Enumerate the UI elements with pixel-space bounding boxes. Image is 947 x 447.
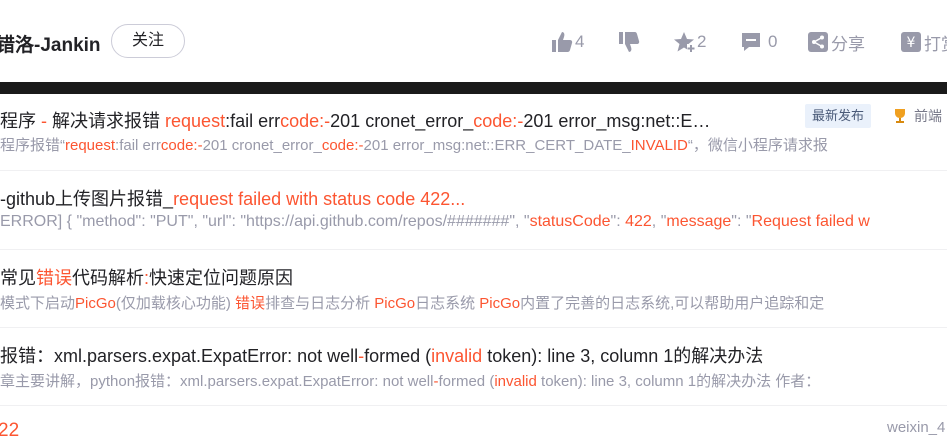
text-segment: 程序报错“ [0,137,65,154]
keyword-highlight: code [473,111,513,131]
text-segment: token): line 3, column 1的解决办法 作者： [536,373,821,390]
thumbs-up-icon [552,32,573,52]
divider [0,249,947,250]
text-segment: 代码解析 [72,268,144,288]
text-segment: ": " [731,213,752,230]
result-description: 模式下启动PicGo(仅加载核心功能) 错误排查与日志分析 PicGo日志系统 … [0,292,947,313]
result-title[interactable]: -github上传图片报错_request failed with status… [0,185,947,211]
favorite-button[interactable]: 2 [673,30,706,54]
result-title[interactable]: 常见错误代码解析:快速定位问题原因 [0,264,947,290]
text-segment: 常见 [0,268,36,288]
keyword-highlight: 422 [625,213,652,230]
keyword-highlight: code [280,111,320,131]
yuan-icon: ¥ [901,32,921,52]
result-description: 章主要讲解，python报错：xml.parsers.expat.ExpatEr… [0,370,947,391]
comment-button[interactable]: 0 [740,30,777,54]
favorite-count: 2 [697,32,707,51]
keyword-highlight: invalid [431,346,483,366]
result-description: ERROR] { "method": "PUT", "url": "https:… [0,213,947,231]
text-segment: 201 error_msg:net::E… [523,111,711,131]
text-segment: , " [651,213,667,230]
text-segment: 快速定位问题原因 [149,268,294,288]
category-label: 前端 [914,108,942,124]
keyword-highlight: INVALID [630,137,688,154]
text-segment: “，微信小程序请求报 [687,137,828,154]
text-segment: 内置了完善的日志系统,可以帮助用户追踪和定 [520,295,825,312]
divider [0,405,947,406]
text-segment: ERROR] { "method": "PUT", "url": "https:… [0,213,530,230]
divider [0,327,947,328]
keyword-highlight: code [321,137,355,154]
like-count: 4 [575,32,585,51]
share-icon [808,32,828,52]
result-title[interactable]: 程序 - 解决请求报错 request:fail errcode:-201 cr… [0,107,796,133]
svg-text:¥: ¥ [907,35,916,51]
dislike-button[interactable] [618,30,640,54]
keyword-highlight: PicGo [374,295,416,312]
keyword-highlight: statusCode [529,213,611,230]
result-description: 程序报错“request:fail errcode:-201 cronet_er… [0,134,947,155]
keyword-highlight: - [41,111,53,131]
text-segment: 201 cronet_error_ [330,111,474,131]
text-segment: formed ( [364,346,432,366]
follow-button[interactable]: 关注 [111,24,185,58]
keyword-highlight: message [666,213,732,230]
keyword-highlight: PicGo [479,295,521,312]
text-segment: ": [610,213,626,230]
text-segment: 201 cronet_error_ [202,137,322,154]
user-name[interactable]: weixin_4 [887,419,945,436]
text-segment: 解决请求报错 [52,111,166,131]
like-button[interactable]: 4 [551,30,584,54]
text-segment: 排查与日志分析 [265,295,375,312]
article-toolbar: 错洛-Jankin 关注 4 2 0 分享 ¥ 打赏 [0,0,947,82]
share-button[interactable]: 分享 [808,30,865,54]
search-result-item[interactable]: -github上传图片报错_request failed with status… [0,185,947,237]
text-segment: -github上传图片报错_ [0,189,174,209]
text-segment: :fail err [225,111,281,131]
author-name[interactable]: 错洛-Jankin [0,30,101,57]
text-segment: 模式下启动 [0,295,76,312]
text-segment: 程序 [0,111,42,131]
text-segment: 章主要讲解，python报错：xml.parsers.expat.ExpatEr… [0,373,434,390]
keyword-highlight: request [165,111,226,131]
text-segment: (仅加载核心功能) [115,295,236,312]
result-count: 22 [0,420,20,441]
result-title[interactable]: 报错：xml.parsers.expat.ExpatError: not wel… [0,342,947,368]
keyword-highlight: 错误 [36,268,72,288]
text-segment: formed ( [438,373,495,390]
keyword-highlight: PicGo [75,295,116,312]
share-label: 分享 [831,34,865,54]
tip-button[interactable]: ¥ 打赏 [901,30,947,54]
comment-count: 0 [768,32,778,51]
latest-badge: 最新发布 [805,104,872,128]
text-segment: :fail err [115,137,161,154]
trophy-icon [895,109,905,123]
text-segment: 201 error_msg:net::ERR_CERT_DATE_ [363,137,631,154]
banner-strip [0,82,947,94]
tip-label: 打赏 [924,34,947,54]
text-segment: 日志系统 [415,295,480,312]
search-result-item[interactable]: 常见错误代码解析:快速定位问题原因 模式下启动PicGo(仅加载核心功能) 错误… [0,264,947,316]
text-segment: token): line 3, column 1的解决办法 [482,346,764,366]
divider [0,170,947,171]
comment-icon [742,33,760,51]
thumbs-down-icon [619,32,640,52]
keyword-highlight: 错误 [235,295,266,312]
text-segment: 报错：xml.parsers.expat.ExpatError: not wel… [0,346,359,366]
search-result-item[interactable]: 报错：xml.parsers.expat.ExpatError: not wel… [0,342,947,394]
keyword-highlight: invalid [494,373,537,390]
keyword-highlight: Request failed w [751,213,870,230]
star-add-icon [674,32,695,52]
keyword-highlight: request failed with status code 422... [173,189,466,209]
keyword-highlight: request [65,137,116,154]
keyword-highlight: code [160,137,194,154]
